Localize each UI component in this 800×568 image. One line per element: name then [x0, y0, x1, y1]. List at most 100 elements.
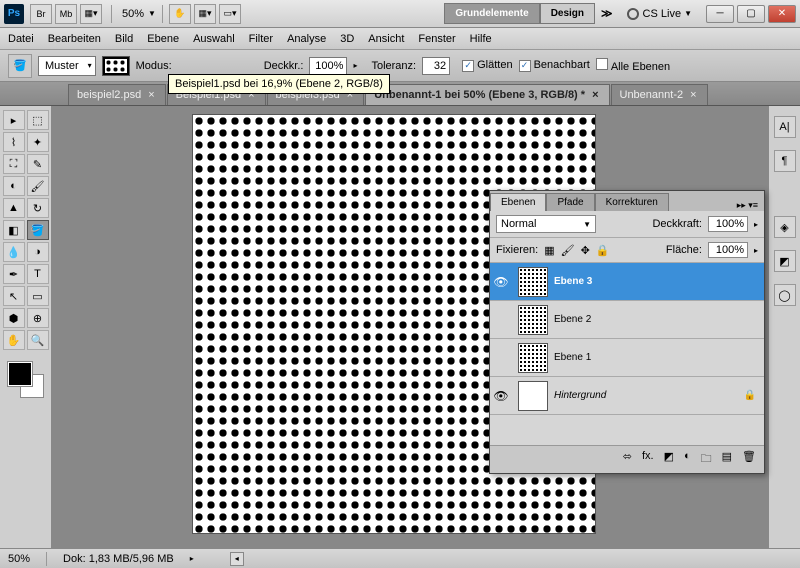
- minimize-button[interactable]: ─: [706, 5, 734, 23]
- fill-source-dropdown[interactable]: Muster: [38, 56, 96, 76]
- lasso-tool[interactable]: ⌇: [3, 132, 25, 152]
- move-tool[interactable]: ▸: [3, 110, 25, 130]
- stamp-tool[interactable]: ▲: [3, 198, 25, 218]
- doc-tab[interactable]: beispiel2.psd×: [68, 84, 166, 105]
- panel-menu-icon[interactable]: ▸▸ ▾≡: [731, 200, 764, 211]
- maximize-button[interactable]: ▢: [737, 5, 765, 23]
- type-tool[interactable]: T: [27, 264, 49, 284]
- menu-help[interactable]: Hilfe: [470, 31, 492, 47]
- paragraph-panel-icon[interactable]: ¶: [774, 150, 796, 172]
- zoom-tool[interactable]: 🔍: [27, 330, 49, 350]
- layer-thumbnail[interactable]: [518, 343, 548, 373]
- layer-fill-input[interactable]: [708, 242, 748, 258]
- crop-tool[interactable]: ⛶: [3, 154, 25, 174]
- pattern-swatch[interactable]: [102, 56, 130, 76]
- layer-thumbnail[interactable]: [518, 267, 548, 297]
- foreground-color[interactable]: [8, 362, 32, 386]
- workspace-tab-design[interactable]: Design: [540, 3, 595, 24]
- close-button[interactable]: ✕: [768, 5, 796, 23]
- lock-icon: 🔒: [744, 390, 756, 401]
- screen-mode-button[interactable]: ▭▾: [219, 4, 241, 24]
- bucket-tool[interactable]: 🪣: [27, 220, 49, 240]
- menu-window[interactable]: Fenster: [418, 31, 455, 47]
- dodge-tool[interactable]: ◑: [27, 242, 49, 262]
- paths-tab[interactable]: Pfade: [546, 193, 594, 211]
- layer-row[interactable]: 👁 Hintergrund 🔒: [490, 377, 764, 415]
- marquee-tool[interactable]: ⬚: [27, 110, 49, 130]
- layer-row[interactable]: Ebene 2: [490, 301, 764, 339]
- scroll-left-icon[interactable]: ◂: [230, 552, 244, 566]
- bridge-button[interactable]: Br: [30, 4, 52, 24]
- close-icon[interactable]: ×: [590, 89, 600, 101]
- close-icon[interactable]: ×: [688, 89, 698, 101]
- menu-file[interactable]: Datei: [8, 31, 34, 47]
- cs-live[interactable]: CS Live▼: [619, 8, 700, 20]
- hand-tool-button[interactable]: ✋: [169, 4, 191, 24]
- menu-edit[interactable]: Bearbeiten: [48, 31, 101, 47]
- layer-group-icon[interactable]: 🗀: [701, 450, 712, 469]
- visibility-icon[interactable]: 👁: [490, 275, 512, 289]
- antialias-checkbox[interactable]: ✓Glätten: [462, 59, 512, 72]
- character-panel-icon[interactable]: A|: [774, 116, 796, 138]
- shape-tool[interactable]: ▭: [27, 286, 49, 306]
- heal-tool[interactable]: ◐: [3, 176, 25, 196]
- layer-mask-icon[interactable]: ◩: [664, 450, 674, 469]
- layers-tab[interactable]: Ebenen: [490, 193, 546, 211]
- delete-layer-icon[interactable]: 🗑: [742, 450, 756, 469]
- adjustments-tab[interactable]: Korrekturen: [595, 193, 669, 211]
- status-doc-info[interactable]: Dok: 1,83 MB/5,96 MB: [63, 553, 174, 565]
- menu-select[interactable]: Auswahl: [193, 31, 235, 47]
- menu-layer[interactable]: Ebene: [147, 31, 179, 47]
- adjustment-layer-icon[interactable]: ◐: [684, 450, 691, 469]
- contiguous-checkbox[interactable]: ✓Benachbart: [519, 59, 590, 72]
- channels-panel-icon[interactable]: ◩: [774, 250, 796, 272]
- layer-style-icon[interactable]: fx.: [642, 450, 654, 469]
- 3d-tool[interactable]: ⬢: [3, 308, 25, 328]
- paths-panel-icon[interactable]: ◯: [774, 284, 796, 306]
- layer-thumbnail[interactable]: [518, 305, 548, 335]
- doc-tab[interactable]: Unbenannt-2×: [611, 84, 708, 105]
- brush-tool[interactable]: 🖌: [27, 176, 49, 196]
- all-layers-checkbox[interactable]: Alle Ebenen: [596, 58, 670, 73]
- layer-opacity-input[interactable]: [708, 216, 748, 232]
- menu-image[interactable]: Bild: [115, 31, 133, 47]
- current-tool-icon[interactable]: 🪣: [8, 54, 32, 78]
- doc-tab[interactable]: Unbenannt-1 bei 50% (Ebene 3, RGB/8) *×: [365, 84, 609, 105]
- lock-all-icon[interactable]: 🔒: [596, 244, 610, 257]
- menu-analysis[interactable]: Analyse: [287, 31, 326, 47]
- layers-panel-icon[interactable]: ◈: [774, 216, 796, 238]
- layer-row[interactable]: 👁 Ebene 3: [490, 263, 764, 301]
- view-extras-button[interactable]: ▦▾: [80, 4, 102, 24]
- blend-mode-dropdown[interactable]: Normal▼: [496, 215, 596, 233]
- path-tool[interactable]: ↖: [3, 286, 25, 306]
- eraser-tool[interactable]: ◧: [3, 220, 25, 240]
- workspace-more[interactable]: ≫: [595, 3, 619, 24]
- tolerance-input[interactable]: [422, 57, 450, 75]
- blur-tool[interactable]: 💧: [3, 242, 25, 262]
- 3d-camera-tool[interactable]: ⊕: [27, 308, 49, 328]
- new-layer-icon[interactable]: ▤: [722, 450, 732, 469]
- zoom-level[interactable]: 50%: [118, 8, 148, 20]
- menu-filter[interactable]: Filter: [249, 31, 273, 47]
- wand-tool[interactable]: ✦: [27, 132, 49, 152]
- link-layers-icon[interactable]: ⬄: [623, 450, 632, 469]
- lock-pixels-icon[interactable]: 🖌: [561, 244, 575, 257]
- eyedropper-tool[interactable]: ✎: [27, 154, 49, 174]
- opacity-input[interactable]: [309, 57, 347, 75]
- menu-3d[interactable]: 3D: [340, 31, 354, 47]
- color-swatches[interactable]: [8, 362, 44, 398]
- visibility-icon[interactable]: 👁: [490, 389, 512, 403]
- hand-tool[interactable]: ✋: [3, 330, 25, 350]
- workspace-tab-essentials[interactable]: Grundelemente: [444, 3, 539, 24]
- close-icon[interactable]: ×: [146, 89, 156, 101]
- layer-thumbnail[interactable]: [518, 381, 548, 411]
- status-zoom[interactable]: 50%: [8, 553, 30, 565]
- lock-transparency-icon[interactable]: ▦: [544, 244, 554, 257]
- lock-position-icon[interactable]: ✥: [581, 244, 590, 257]
- pen-tool[interactable]: ✒: [3, 264, 25, 284]
- layer-row[interactable]: Ebene 1: [490, 339, 764, 377]
- menu-view[interactable]: Ansicht: [368, 31, 404, 47]
- history-brush-tool[interactable]: ↻: [27, 198, 49, 218]
- arrange-button[interactable]: ▦▾: [194, 4, 216, 24]
- minibridge-button[interactable]: Mb: [55, 4, 77, 24]
